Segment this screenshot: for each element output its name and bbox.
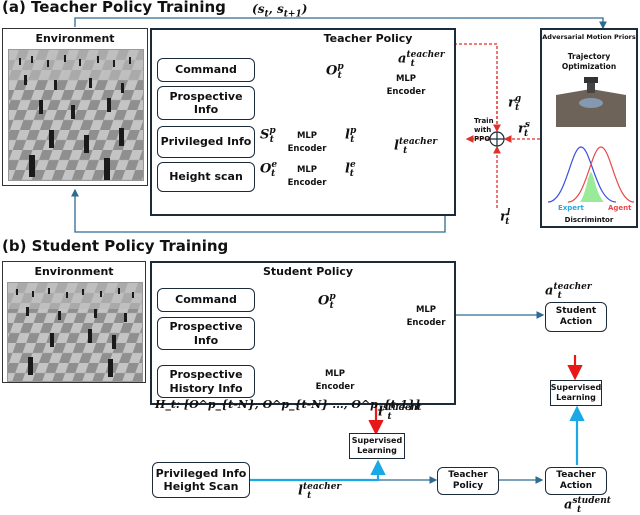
a-student-symbol: astudentt: [564, 496, 611, 515]
a-teacher-symbol: ateachert: [398, 50, 445, 69]
section-b-title: (b) Student Policy Training: [2, 237, 229, 255]
environment-label: Environment: [35, 32, 115, 45]
section-a-title: (a) Teacher Policy Training: [2, 0, 226, 16]
r-l-symbol: rlt: [500, 208, 511, 227]
supervised-learning-box-right: Supervised Learning: [550, 380, 602, 406]
amp-panel: Adversarial Motion Priors Trajectory Opti…: [540, 28, 638, 228]
teacher-policy-box: Teacher Policy: [437, 467, 499, 495]
command-box: Command: [157, 58, 255, 82]
prospective-info-box: Prospective Info: [157, 86, 255, 120]
privileged-info-box: Privileged Info: [157, 126, 255, 158]
state-wire: [74, 17, 607, 30]
robot-image: [556, 77, 626, 127]
l-teacher-symbol: lteachert: [298, 482, 342, 501]
expert-label: Expert: [558, 204, 584, 212]
teacher-action-box: Teacher Action: [545, 467, 607, 495]
distribution-plot: [547, 146, 635, 203]
mlp-encoder-height-label: MLP Encoder: [287, 165, 327, 188]
l-teacher-symbol: lteachert: [394, 137, 438, 156]
state-label: (st, st+1): [252, 2, 308, 20]
command-box: Command: [157, 288, 255, 312]
l-p-symbol: lpt: [345, 126, 357, 145]
l-student-symbol: lstudentt: [378, 403, 422, 422]
r-s-symbol: rst: [518, 120, 530, 139]
supervised-learning-box-center: Supervised Learning: [349, 433, 405, 459]
l-e-symbol: let: [345, 160, 356, 179]
o-e-symbol: Oet: [260, 160, 278, 179]
r-g-symbol: rgt: [508, 94, 522, 113]
height-scan-box: Height scan: [157, 162, 255, 192]
crowd-scene-image: [9, 50, 143, 180]
agent-label: Agent: [608, 204, 632, 212]
mlp-encoder-privileged-label: MLP Encoder: [287, 131, 327, 154]
discriminator-label: Discrimintor: [564, 216, 614, 224]
crowd-scene-image: [8, 283, 142, 381]
expert-curve: [547, 146, 617, 203]
mlp-encoder-history-label: MLP Encoder: [315, 369, 355, 392]
train-with-ppo-label: Train with PPO: [474, 117, 494, 143]
student-action-box: Student Action: [545, 302, 607, 332]
privileged-height-box: Privileged Info Height Scan: [152, 462, 250, 498]
student-policy-title: Student Policy: [262, 265, 354, 278]
mlp-encoder-student-label: MLP Encoder: [406, 305, 446, 328]
environment-panel-a: Environment: [2, 28, 148, 186]
mlp-encoder-action-label: MLP Encoder: [386, 74, 426, 97]
s-p-symbol: Spt: [260, 126, 276, 145]
agent-curve: [567, 146, 635, 203]
prospective-history-info-box: Prospective History Info: [157, 365, 255, 398]
teacher-policy-title: Teacher Policy: [323, 32, 413, 45]
trajectory-optimization-label: Trajectory Optimization: [561, 52, 617, 71]
environment-label: Environment: [34, 265, 114, 278]
environment-image: [8, 49, 144, 181]
o-p-symbol: Opt: [318, 292, 336, 311]
environment-panel-b: Environment: [2, 261, 146, 383]
amp-title: Adversarial Motion Priors: [542, 33, 636, 41]
o-p-symbol: Opt: [326, 62, 344, 81]
a-teacher-symbol: ateachert: [545, 282, 592, 301]
environment-image: [7, 282, 143, 382]
prospective-info-box: Prospective Info: [157, 317, 255, 350]
